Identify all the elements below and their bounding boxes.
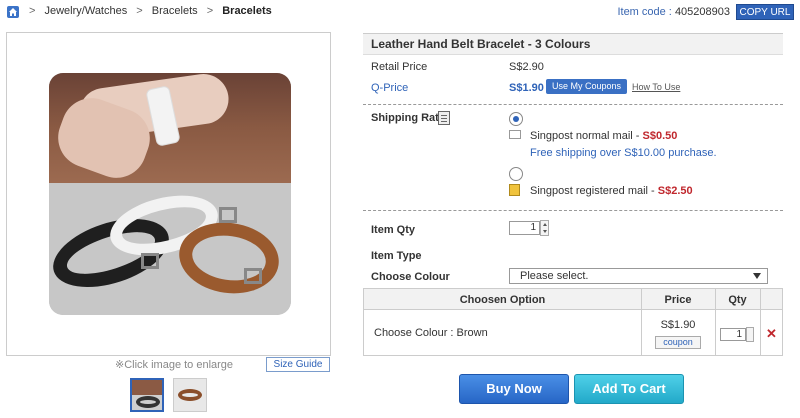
mail-icon xyxy=(509,130,521,139)
breadcrumb-item-jewelry-watches[interactable]: Jewelry/Watches xyxy=(45,5,128,17)
add-to-cart-button[interactable]: Add To Cart xyxy=(574,374,684,404)
shipping-normal-name: Singpost normal mail - xyxy=(530,130,640,142)
breadcrumb-separator: > xyxy=(136,5,143,17)
item-code-label: Item code : xyxy=(617,6,672,18)
breadcrumb-bar: > Jewelry/Watches > Bracelets > Bracelet… xyxy=(0,0,800,24)
shipping-rate-label: Shipping Rate xyxy=(371,112,445,124)
qprice-label: Q-Price xyxy=(371,82,409,94)
shipping-registered-radio[interactable] xyxy=(509,167,523,181)
qprice-value: S$1.90 xyxy=(509,82,544,94)
item-code: Item code : 405208903 xyxy=(617,6,730,18)
breadcrumb: > Jewelry/Watches > Bracelets > Bracelet… xyxy=(23,5,272,17)
shipping-normal-option: Singpost normal mail - S$0.50 xyxy=(530,130,677,142)
chosen-option-table: Choosen Option Price Qty Choose Colour :… xyxy=(363,288,783,356)
breadcrumb-current[interactable]: Bracelets xyxy=(222,5,272,17)
calculator-line xyxy=(441,121,447,122)
coupon-button[interactable]: coupon xyxy=(655,336,701,349)
header-price: Price xyxy=(664,294,692,306)
header-qty: Qty xyxy=(728,294,747,306)
retail-price-label: Retail Price xyxy=(371,61,428,73)
calculator-line xyxy=(441,115,447,116)
item-code-value: 405208903 xyxy=(674,6,730,18)
option-row-qty-spinner[interactable] xyxy=(746,327,754,342)
shipping-registered-price: S$2.50 xyxy=(657,185,693,197)
column-divider xyxy=(760,289,761,355)
header-chosen-option: Choosen Option xyxy=(459,294,546,306)
product-title: Leather Hand Belt Bracelet - 3 Colours xyxy=(363,33,783,55)
calculator-icon[interactable] xyxy=(438,111,450,125)
how-to-use-link[interactable]: How To Use xyxy=(632,82,680,92)
option-row-name: Choose Colour : Brown xyxy=(374,327,488,339)
shipping-normal-radio[interactable] xyxy=(509,112,523,126)
shipping-normal-price: S$0.50 xyxy=(642,130,678,142)
shipping-registered-name: Singpost registered mail - xyxy=(530,185,655,197)
item-type-label: Item Type xyxy=(371,250,422,262)
choose-colour-label: Choose Colour xyxy=(371,271,450,283)
item-qty-input[interactable]: 1 xyxy=(509,221,540,235)
enlarge-hint: ※Click image to enlarge xyxy=(115,359,234,371)
calculator-line xyxy=(441,118,447,119)
qty-spinner[interactable] xyxy=(540,220,549,236)
buckle-icon xyxy=(244,268,262,284)
item-qty-label: Item Qty xyxy=(371,224,416,236)
shipping-registered-option: Singpost registered mail - S$2.50 xyxy=(530,185,693,197)
buckle-icon xyxy=(141,253,159,269)
thumbnail-image xyxy=(132,380,162,395)
choose-colour-select[interactable]: Please select. xyxy=(509,268,768,284)
buy-now-button[interactable]: Buy Now xyxy=(459,374,569,404)
divider xyxy=(363,104,783,105)
size-guide-button[interactable]: Size Guide xyxy=(266,357,330,372)
product-main-image[interactable] xyxy=(49,73,291,315)
registered-mail-icon xyxy=(509,184,520,196)
divider xyxy=(363,210,783,211)
thumbnail-2[interactable] xyxy=(173,378,207,412)
breadcrumb-separator: > xyxy=(206,5,214,17)
option-row-qty-input[interactable]: 1 xyxy=(720,328,746,341)
use-my-coupons-button[interactable]: Use My Coupons xyxy=(546,79,627,94)
free-shipping-note: Free shipping over S$10.00 purchase. xyxy=(530,147,717,159)
retail-price: S$2.90 xyxy=(509,61,544,73)
copy-url-button[interactable]: COPY URL xyxy=(736,4,794,20)
breadcrumb-separator: > xyxy=(29,5,36,17)
buckle-icon xyxy=(219,207,237,223)
thumbnail-1[interactable] xyxy=(130,378,164,412)
product-image-panel xyxy=(6,32,331,356)
thumbnail-image xyxy=(136,396,160,408)
home-icon[interactable] xyxy=(7,6,19,18)
option-row-price: S$1.90 xyxy=(660,319,696,331)
choose-colour-value: Please select. xyxy=(520,270,589,282)
remove-option-icon[interactable]: ✕ xyxy=(766,327,777,340)
breadcrumb-item-bracelets[interactable]: Bracelets xyxy=(152,5,198,17)
thumbnail-image xyxy=(178,389,202,401)
chevron-down-icon xyxy=(753,273,761,279)
